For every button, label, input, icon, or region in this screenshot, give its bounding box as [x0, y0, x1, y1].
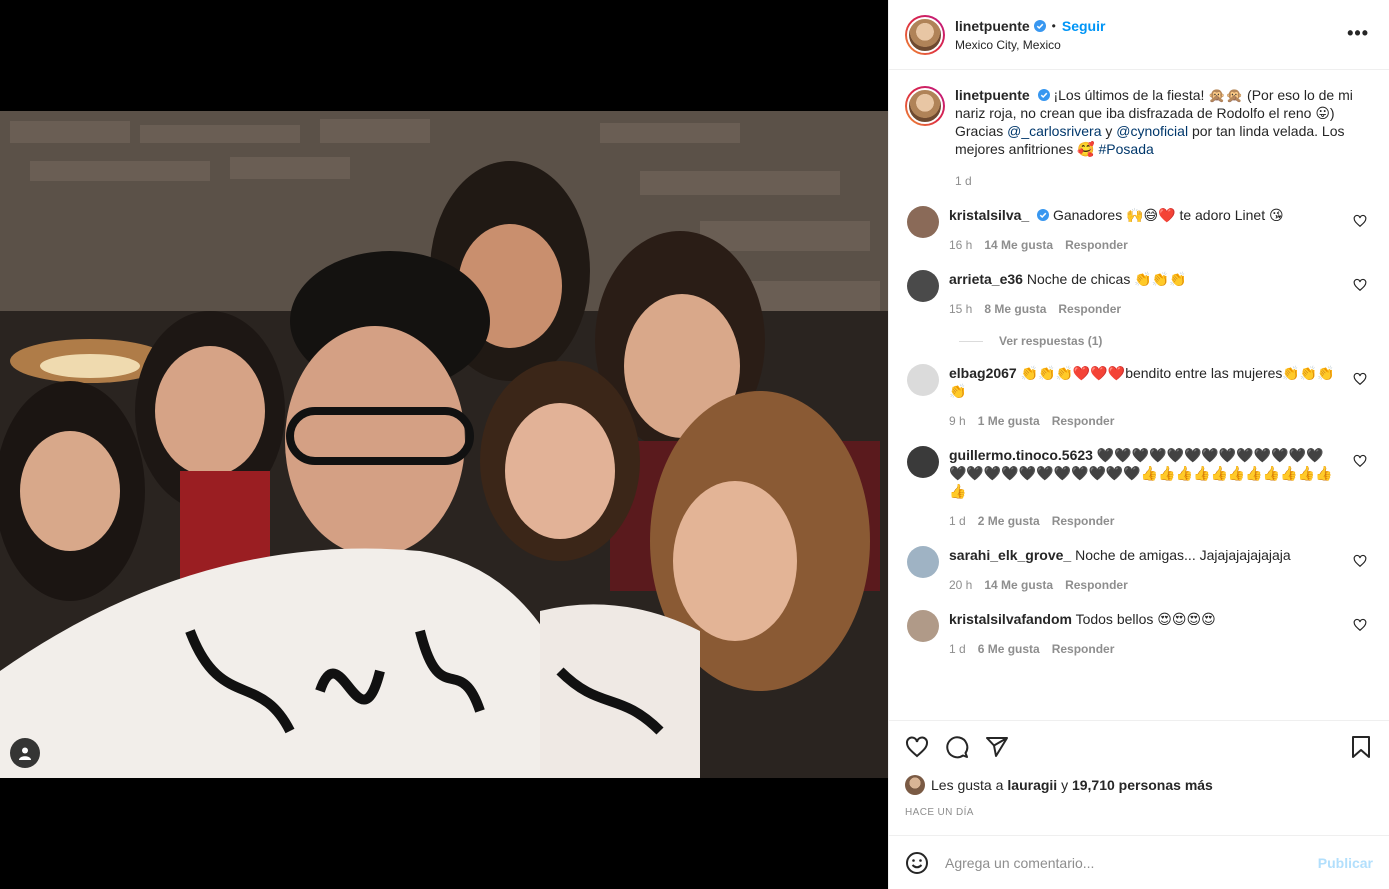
post-photo[interactable] [0, 111, 888, 778]
likes-count-link[interactable]: 19,710 personas más [1072, 777, 1213, 793]
heart-icon[interactable] [1353, 618, 1367, 632]
commenter-username[interactable]: arrieta_e36 [949, 271, 1023, 287]
commenter-username[interactable]: sarahi_elk_grove_ [949, 547, 1071, 563]
user-tag-button[interactable] [10, 738, 40, 768]
post-actions: Les gusta a lauragii y 19,710 personas m… [889, 720, 1389, 835]
emoji-icon[interactable] [905, 851, 929, 875]
media-viewer [0, 0, 888, 889]
add-comment-bar: Publicar [889, 835, 1389, 889]
heart-icon[interactable] [905, 735, 929, 759]
comment-text: Ganadores 🙌😅❤️ te adoro Linet 😘 [1052, 207, 1284, 223]
user-tag-icon [19, 747, 31, 760]
verified-icon [1037, 209, 1050, 221]
post-panel: linetpuente • Seguir Mexico City, Mexico… [888, 0, 1389, 889]
heart-icon[interactable] [1353, 372, 1367, 386]
comment-likes[interactable]: 1 Me gusta [978, 412, 1040, 430]
liker-username[interactable]: lauragii [1007, 777, 1057, 793]
post-age[interactable]: HACE UN DÍA [905, 807, 1373, 818]
reply-button[interactable]: Responder [1065, 576, 1128, 594]
caption-avatar[interactable] [905, 86, 945, 126]
commenter-avatar[interactable] [907, 270, 939, 302]
mention-link[interactable]: @cynoficial [1116, 123, 1188, 139]
comment-likes[interactable]: 14 Me gusta [984, 576, 1053, 594]
likes-prefix: Les gusta a [931, 777, 1004, 793]
comment-likes[interactable]: 8 Me gusta [984, 300, 1046, 318]
avatar[interactable] [905, 14, 945, 55]
comment-time[interactable]: 1 d [949, 640, 966, 658]
commenter-username[interactable]: guillermo.tinoco.5623 [949, 447, 1093, 463]
caption-username[interactable]: linetpuente [955, 87, 1030, 103]
more-options-icon[interactable]: ••• [1347, 24, 1369, 42]
view-replies-button[interactable]: Ver respuestas (1) [959, 334, 1373, 348]
hashtag-link[interactable]: #Posada [1099, 141, 1154, 157]
replies-divider [959, 340, 983, 342]
reply-button[interactable]: Responder [1052, 412, 1115, 430]
author-username[interactable]: linetpuente [955, 18, 1030, 34]
caption-text-2: y [1101, 123, 1117, 139]
commenter-username[interactable]: elbag2067 [949, 365, 1017, 381]
comment-time[interactable]: 16 h [949, 236, 972, 254]
comment-time[interactable]: 20 h [949, 576, 972, 594]
liker-avatar[interactable] [905, 775, 925, 795]
likes-summary: Les gusta a lauragii y 19,710 personas m… [905, 775, 1373, 795]
comment-likes[interactable]: 6 Me gusta [978, 640, 1040, 658]
comment-time[interactable]: 15 h [949, 300, 972, 318]
comments-list[interactable]: linetpuente ¡Los últimos de la fiesta! 🙊… [889, 70, 1389, 720]
share-icon[interactable] [985, 735, 1009, 759]
comment-likes[interactable]: 2 Me gusta [978, 512, 1040, 530]
comment-text: Noche de chicas 👏👏👏 [1026, 271, 1187, 287]
caption-time[interactable]: 1 d [955, 172, 1373, 190]
view-replies-label: Ver respuestas (1) [999, 334, 1103, 348]
comment-item: kristalsilva_ Ganadores 🙌😅❤️ te adoro Li… [905, 206, 1373, 254]
caption-body: linetpuente ¡Los últimos de la fiesta! 🙊… [955, 86, 1373, 190]
comment-item: sarahi_elk_grove_ Noche de amigas... Jaj… [905, 546, 1373, 594]
reply-button[interactable]: Responder [1058, 300, 1121, 318]
heart-icon[interactable] [1353, 278, 1367, 292]
post-header: linetpuente • Seguir Mexico City, Mexico… [889, 0, 1389, 70]
commenter-avatar[interactable] [907, 364, 939, 396]
save-icon[interactable] [1349, 735, 1373, 759]
comment-icon[interactable] [945, 735, 969, 759]
reply-button[interactable]: Responder [1052, 640, 1115, 658]
follow-button[interactable]: Seguir [1062, 18, 1106, 34]
comment-time[interactable]: 1 d [949, 512, 966, 530]
publish-button[interactable]: Publicar [1318, 855, 1373, 871]
comment-input[interactable] [945, 854, 1318, 871]
commenter-avatar[interactable] [907, 610, 939, 642]
heart-icon[interactable] [1353, 554, 1367, 568]
reply-button[interactable]: Responder [1065, 236, 1128, 254]
comment-item: kristalsilvafandom Todos bellos 😍😍😍😍 1 d… [905, 610, 1373, 658]
comment-text: Todos bellos 😍😍😍😍 [1075, 611, 1216, 627]
heart-icon[interactable] [1353, 454, 1367, 468]
separator-dot: • [1051, 18, 1056, 33]
comment-item: guillermo.tinoco.5623 🖤🖤🖤🖤🖤🖤🖤🖤🖤🖤🖤🖤🖤🖤🖤🖤🖤🖤… [905, 446, 1373, 530]
comment-text: Noche de amigas... Jajajajajajajaja [1075, 547, 1291, 563]
comment-likes[interactable]: 14 Me gusta [984, 236, 1053, 254]
post-location[interactable]: Mexico City, Mexico [955, 38, 1105, 52]
commenter-avatar[interactable] [907, 206, 939, 238]
post-caption: linetpuente ¡Los últimos de la fiesta! 🙊… [905, 86, 1373, 190]
photo-illustration [0, 111, 888, 778]
comment-item: elbag2067 👏👏👏❤️❤️❤️bendito entre las muj… [905, 364, 1373, 430]
verified-icon [1037, 89, 1050, 101]
commenter-username[interactable]: kristalsilvafandom [949, 611, 1072, 627]
comment-item: arrieta_e36 Noche de chicas 👏👏👏 15 h 8 M… [905, 270, 1373, 318]
heart-icon[interactable] [1353, 214, 1367, 228]
reply-button[interactable]: Responder [1052, 512, 1115, 530]
commenter-username[interactable]: kristalsilva_ [949, 207, 1029, 223]
commenter-avatar[interactable] [907, 446, 939, 478]
verified-icon [1033, 19, 1046, 32]
commenter-avatar[interactable] [907, 546, 939, 578]
mention-link[interactable]: @_carlosrivera [1007, 123, 1101, 139]
likes-mid: y [1057, 777, 1072, 793]
comment-time[interactable]: 9 h [949, 412, 966, 430]
